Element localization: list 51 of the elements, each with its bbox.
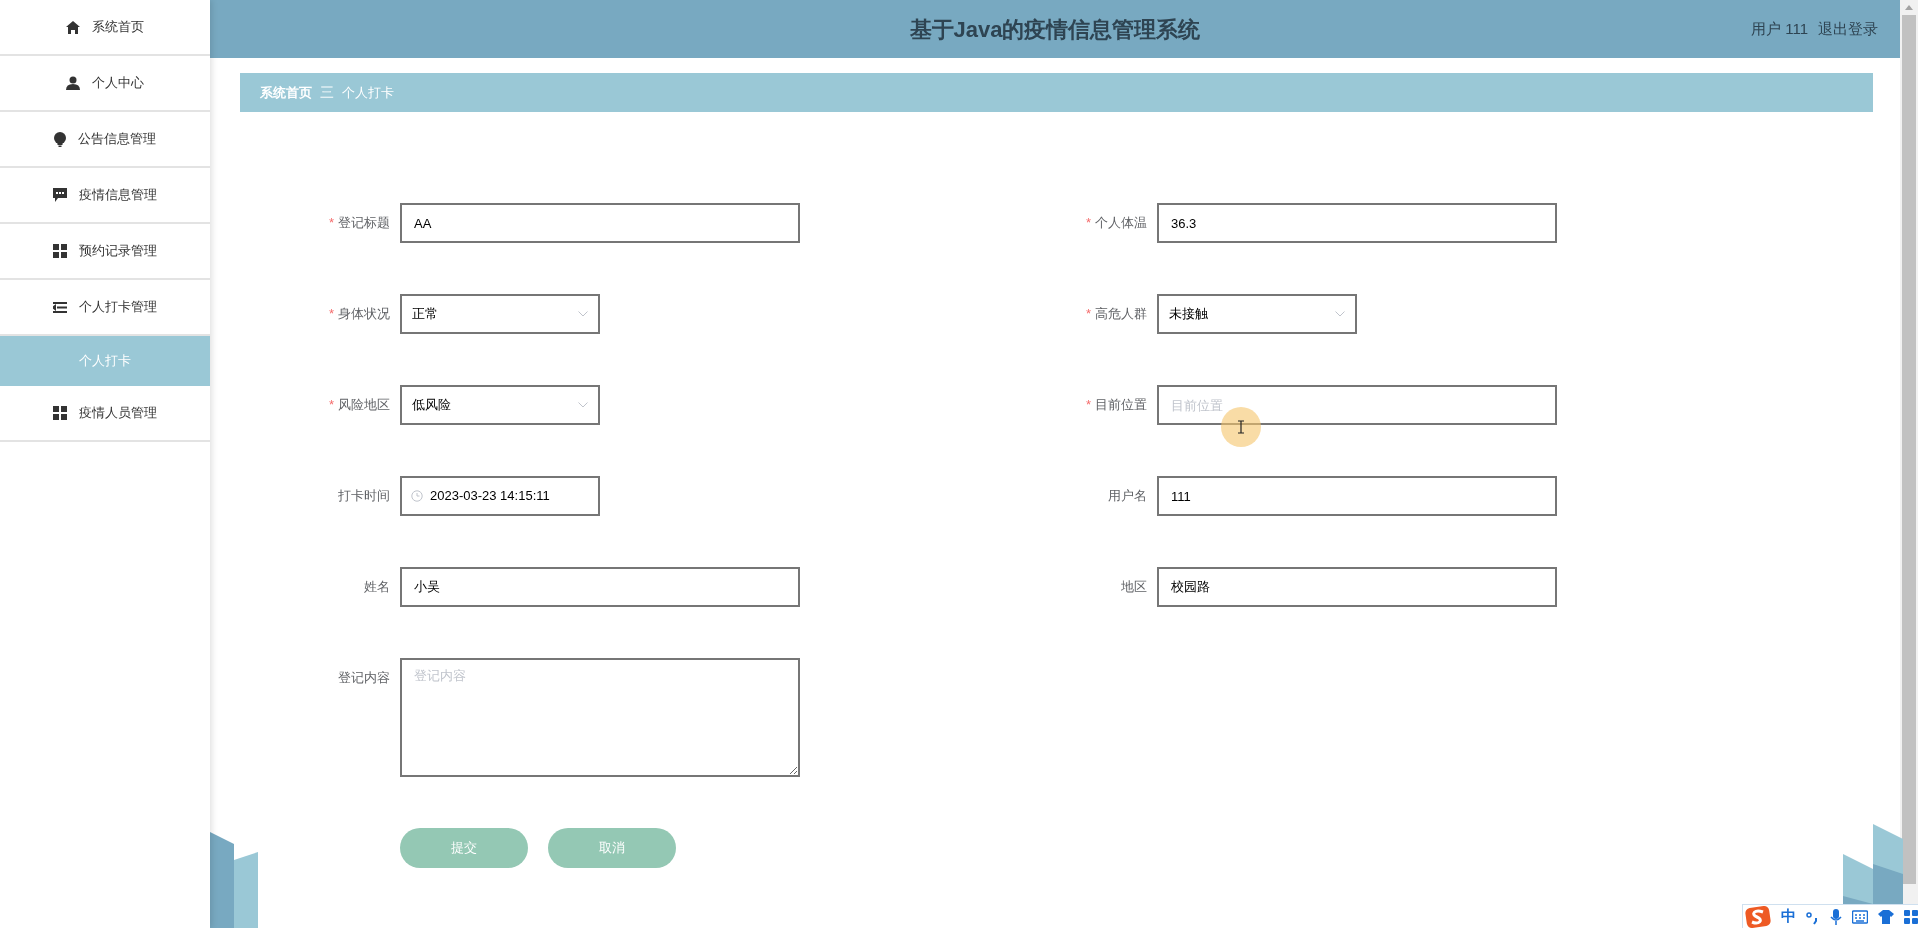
ime-logo-icon[interactable] — [1745, 905, 1771, 928]
user-label: 用户 111 — [1751, 18, 1808, 39]
input-mode-label[interactable]: 中 — [1781, 905, 1796, 928]
text-area[interactable]: 登记内容 — [400, 658, 800, 777]
sidebar-item[interactable]: 公告信息管理 — [0, 112, 210, 168]
date-time-field[interactable]: 2023-03-23 14:15:11 — [400, 476, 600, 516]
field-label: 姓名 — [363, 578, 390, 597]
sidebar-item[interactable]: 疫情信息管理 — [0, 168, 210, 224]
chevron-down-icon — [578, 402, 588, 408]
grid-icon — [53, 406, 67, 420]
text-field[interactable]: 小吴 — [400, 567, 800, 607]
lightbulb-icon — [54, 131, 66, 147]
text-field[interactable]: 111 — [1157, 476, 1557, 516]
chevron-down-icon — [1335, 311, 1345, 317]
shirt-icon[interactable] — [1878, 909, 1894, 924]
text-cursor-icon — [1237, 420, 1245, 434]
microphone-icon[interactable] — [1830, 908, 1842, 925]
keyboard-icon[interactable] — [1852, 909, 1868, 924]
field-label: 打卡时间 — [337, 487, 390, 506]
grid-icon[interactable] — [1904, 909, 1918, 924]
home-icon — [66, 20, 80, 34]
sidebar-item[interactable]: 个人中心 — [0, 56, 210, 112]
logout-link[interactable]: 退出登录 — [1818, 17, 1878, 41]
text-field[interactable]: 校园路 — [1157, 567, 1557, 607]
grid-icon — [53, 244, 67, 258]
field-label: 地区 — [1120, 578, 1147, 597]
user-icon — [66, 76, 80, 90]
page-title: 基于Java的疫情信息管理系统 — [909, 15, 1201, 44]
breadcrumb-separator: 三 — [320, 83, 334, 102]
select-field[interactable]: 低风险 — [400, 385, 600, 425]
text-field[interactable]: 目前位置 — [1157, 385, 1557, 425]
field-label: 登记内容 — [337, 669, 390, 687]
text-field[interactable]: AA — [400, 203, 800, 243]
clock-icon — [411, 490, 423, 502]
scrollbar[interactable] — [1900, 0, 1918, 904]
field-label: * 高危人群 — [1084, 305, 1147, 324]
chevron-down-icon — [578, 311, 588, 317]
field-label: * 登记标题 — [327, 214, 390, 233]
text-field[interactable]: 36.3 — [1157, 203, 1557, 243]
field-label: * 个人体温 — [1084, 214, 1147, 233]
chat-icon — [53, 188, 67, 202]
field-label: * 风险地区 — [327, 396, 390, 415]
field-label: 用户名 — [1107, 487, 1147, 506]
field-label: * 身体状况 — [327, 305, 390, 324]
sidebar-item[interactable]: 预约记录管理 — [0, 224, 210, 280]
sidebar-item[interactable]: 疫情人员管理 — [0, 386, 210, 442]
list-icon — [53, 301, 67, 313]
select-field[interactable]: 正常 — [400, 294, 600, 334]
scroll-thumb[interactable] — [1902, 15, 1916, 884]
select-field[interactable]: 未接触 — [1157, 294, 1357, 334]
field-label: * 目前位置 — [1084, 396, 1147, 415]
